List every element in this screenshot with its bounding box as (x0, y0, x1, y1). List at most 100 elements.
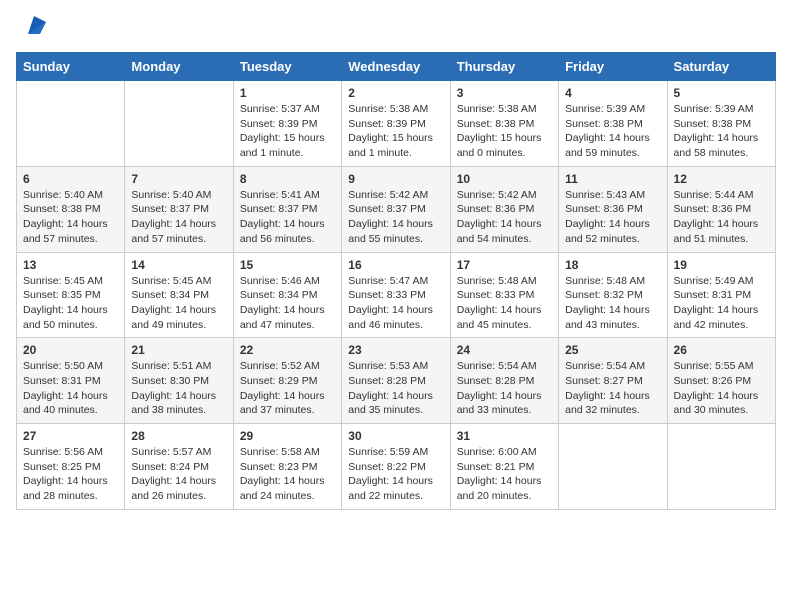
day-info: Sunrise: 5:45 AMSunset: 8:35 PMDaylight:… (23, 274, 118, 333)
day-info: Sunrise: 5:48 AMSunset: 8:32 PMDaylight:… (565, 274, 660, 333)
calendar-cell: 6 Sunrise: 5:40 AMSunset: 8:38 PMDaylight… (17, 166, 125, 252)
page-header (16, 16, 776, 40)
day-number: 27 (23, 429, 118, 443)
day-info: Sunrise: 5:41 AMSunset: 8:37 PMDaylight:… (240, 188, 335, 247)
calendar-week-row: 6 Sunrise: 5:40 AMSunset: 8:38 PMDaylight… (17, 166, 776, 252)
day-info: Sunrise: 5:40 AMSunset: 8:37 PMDaylight:… (131, 188, 226, 247)
day-number: 29 (240, 429, 335, 443)
calendar-cell: 16Sunrise: 5:47 AMSunset: 8:33 PMDayligh… (342, 252, 450, 338)
calendar-cell: 12 Sunrise: 5:44 AMSunset: 8:36 PMDayligh… (667, 166, 775, 252)
calendar-week-row: 20 Sunrise: 5:50 AMSunset: 8:31 PMDayligh… (17, 338, 776, 424)
day-number: 12 (674, 172, 769, 186)
day-info: Sunrise: 5:46 AMSunset: 8:34 PMDaylight:… (240, 274, 335, 333)
calendar-cell: 23 Sunrise: 5:53 AMSunset: 8:28 PMDayligh… (342, 338, 450, 424)
calendar-cell: 2 Sunrise: 5:38 AMSunset: 8:39 PMDaylight… (342, 81, 450, 167)
calendar-cell (17, 81, 125, 167)
calendar-cell: 13 Sunrise: 5:45 AMSunset: 8:35 PMDayligh… (17, 252, 125, 338)
calendar-cell (559, 424, 667, 510)
day-number: 26 (674, 343, 769, 357)
day-info: Sunrise: 5:50 AMSunset: 8:31 PMDaylight:… (23, 359, 118, 418)
day-number: 7 (131, 172, 226, 186)
day-number: 10 (457, 172, 552, 186)
day-info: Sunrise: 5:44 AMSunset: 8:36 PMDaylight:… (674, 188, 769, 247)
day-info: Sunrise: 5:40 AMSunset: 8:38 PMDaylight:… (23, 188, 118, 247)
day-number: 2 (348, 86, 443, 100)
day-info: Sunrise: 5:39 AMSunset: 8:38 PMDaylight:… (565, 102, 660, 161)
day-info: Sunrise: 5:56 AMSunset: 8:25 PMDaylight:… (23, 445, 118, 504)
day-number: 8 (240, 172, 335, 186)
calendar-cell: 31 Sunrise: 6:00 AMSunset: 8:21 PMDayligh… (450, 424, 558, 510)
day-number: 30 (348, 429, 443, 443)
day-number: 14 (131, 258, 226, 272)
calendar-cell: 3 Sunrise: 5:38 AMSunset: 8:38 PMDaylight… (450, 81, 558, 167)
calendar-header-row: SundayMondayTuesdayWednesdayThursdayFrid… (17, 53, 776, 81)
logo (16, 16, 48, 40)
day-info: Sunrise: 5:54 AMSunset: 8:27 PMDaylight:… (565, 359, 660, 418)
weekday-header-sunday: Sunday (17, 53, 125, 81)
calendar-table: SundayMondayTuesdayWednesdayThursdayFrid… (16, 52, 776, 510)
calendar-cell: 18 Sunrise: 5:48 AMSunset: 8:32 PMDayligh… (559, 252, 667, 338)
day-number: 20 (23, 343, 118, 357)
calendar-cell: 10 Sunrise: 5:42 AMSunset: 8:36 PMDayligh… (450, 166, 558, 252)
calendar-week-row: 27 Sunrise: 5:56 AMSunset: 8:25 PMDayligh… (17, 424, 776, 510)
day-number: 3 (457, 86, 552, 100)
calendar-cell: 5Sunrise: 5:39 AMSunset: 8:38 PMDaylight… (667, 81, 775, 167)
calendar-cell: 19 Sunrise: 5:49 AMSunset: 8:31 PMDayligh… (667, 252, 775, 338)
day-number: 25 (565, 343, 660, 357)
day-number: 19 (674, 258, 769, 272)
day-number: 22 (240, 343, 335, 357)
calendar-cell: 20 Sunrise: 5:50 AMSunset: 8:31 PMDayligh… (17, 338, 125, 424)
day-info: Sunrise: 5:48 AMSunset: 8:33 PMDaylight:… (457, 274, 552, 333)
day-number: 11 (565, 172, 660, 186)
calendar-cell (125, 81, 233, 167)
day-number: 31 (457, 429, 552, 443)
weekday-header-tuesday: Tuesday (233, 53, 341, 81)
weekday-header-monday: Monday (125, 53, 233, 81)
calendar-cell: 25 Sunrise: 5:54 AMSunset: 8:27 PMDayligh… (559, 338, 667, 424)
calendar-cell: 30 Sunrise: 5:59 AMSunset: 8:22 PMDayligh… (342, 424, 450, 510)
day-info: Sunrise: 5:38 AMSunset: 8:39 PMDaylight:… (348, 102, 443, 161)
day-info: Sunrise: 5:57 AMSunset: 8:24 PMDaylight:… (131, 445, 226, 504)
logo-icon (20, 12, 48, 40)
calendar-cell: 1 Sunrise: 5:37 AMSunset: 8:39 PMDaylight… (233, 81, 341, 167)
calendar-week-row: 13 Sunrise: 5:45 AMSunset: 8:35 PMDayligh… (17, 252, 776, 338)
day-number: 1 (240, 86, 335, 100)
day-number: 4 (565, 86, 660, 100)
day-number: 13 (23, 258, 118, 272)
day-info: Sunrise: 5:58 AMSunset: 8:23 PMDaylight:… (240, 445, 335, 504)
day-number: 15 (240, 258, 335, 272)
calendar-cell: 4 Sunrise: 5:39 AMSunset: 8:38 PMDaylight… (559, 81, 667, 167)
day-number: 23 (348, 343, 443, 357)
day-info: Sunrise: 5:53 AMSunset: 8:28 PMDaylight:… (348, 359, 443, 418)
calendar-cell: 17Sunrise: 5:48 AMSunset: 8:33 PMDayligh… (450, 252, 558, 338)
calendar-cell: 15 Sunrise: 5:46 AMSunset: 8:34 PMDayligh… (233, 252, 341, 338)
weekday-header-wednesday: Wednesday (342, 53, 450, 81)
calendar-cell: 14 Sunrise: 5:45 AMSunset: 8:34 PMDayligh… (125, 252, 233, 338)
day-number: 18 (565, 258, 660, 272)
calendar-cell: 26 Sunrise: 5:55 AMSunset: 8:26 PMDayligh… (667, 338, 775, 424)
weekday-header-saturday: Saturday (667, 53, 775, 81)
calendar-cell: 29 Sunrise: 5:58 AMSunset: 8:23 PMDayligh… (233, 424, 341, 510)
calendar-cell (667, 424, 775, 510)
day-info: Sunrise: 5:39 AMSunset: 8:38 PMDaylight:… (674, 102, 769, 161)
day-number: 24 (457, 343, 552, 357)
day-info: Sunrise: 5:37 AMSunset: 8:39 PMDaylight:… (240, 102, 335, 161)
day-number: 21 (131, 343, 226, 357)
day-info: Sunrise: 6:00 AMSunset: 8:21 PMDaylight:… (457, 445, 552, 504)
day-info: Sunrise: 5:55 AMSunset: 8:26 PMDaylight:… (674, 359, 769, 418)
day-number: 28 (131, 429, 226, 443)
day-info: Sunrise: 5:42 AMSunset: 8:36 PMDaylight:… (457, 188, 552, 247)
day-info: Sunrise: 5:42 AMSunset: 8:37 PMDaylight:… (348, 188, 443, 247)
day-info: Sunrise: 5:43 AMSunset: 8:36 PMDaylight:… (565, 188, 660, 247)
day-info: Sunrise: 5:38 AMSunset: 8:38 PMDaylight:… (457, 102, 552, 161)
weekday-header-friday: Friday (559, 53, 667, 81)
calendar-cell: 7 Sunrise: 5:40 AMSunset: 8:37 PMDaylight… (125, 166, 233, 252)
day-info: Sunrise: 5:51 AMSunset: 8:30 PMDaylight:… (131, 359, 226, 418)
day-info: Sunrise: 5:59 AMSunset: 8:22 PMDaylight:… (348, 445, 443, 504)
day-info: Sunrise: 5:49 AMSunset: 8:31 PMDaylight:… (674, 274, 769, 333)
calendar-cell: 9 Sunrise: 5:42 AMSunset: 8:37 PMDaylight… (342, 166, 450, 252)
day-number: 9 (348, 172, 443, 186)
weekday-header-thursday: Thursday (450, 53, 558, 81)
day-info: Sunrise: 5:45 AMSunset: 8:34 PMDaylight:… (131, 274, 226, 333)
day-number: 6 (23, 172, 118, 186)
